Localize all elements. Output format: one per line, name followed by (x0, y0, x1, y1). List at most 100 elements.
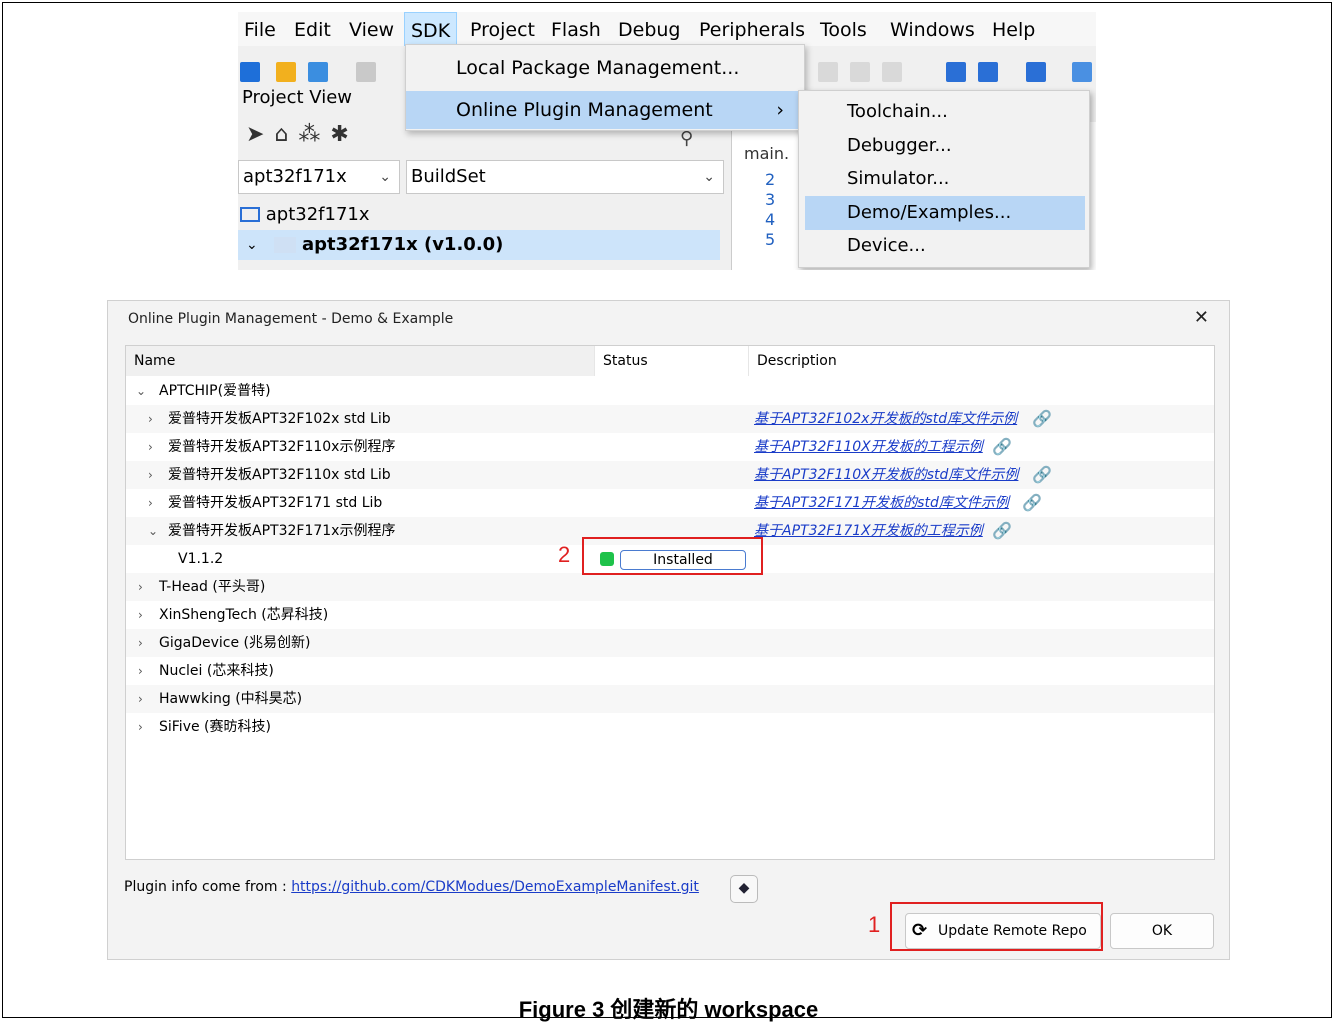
table-row[interactable]: › 爱普特开发板APT32F102x std Lib 基于APT32F102x开… (126, 405, 1214, 433)
link-icon[interactable]: 🔗 (992, 517, 1012, 545)
chevron-down-icon: ⌄ (703, 169, 715, 185)
table-row[interactable]: › SiFive (赛昉科技) (126, 713, 1214, 741)
find-in-files-icon[interactable] (978, 62, 998, 82)
zoom-icon[interactable] (1026, 62, 1046, 82)
flash-icon-2[interactable] (850, 62, 870, 82)
link-icon[interactable]: 🔗 (1032, 461, 1052, 489)
link-icon[interactable]: 🔗 (992, 433, 1012, 461)
plugin-source-label: Plugin info come from : (124, 879, 287, 895)
tree-project[interactable]: ⌄ apt32f171x (v1.0.0) (238, 230, 720, 260)
column-header-status[interactable]: Status (594, 346, 748, 376)
table-row[interactable]: › 爱普特开发板APT32F110x std Lib 基于APT32F110X开… (126, 461, 1214, 489)
table-row[interactable]: › Hawwking (中科昊芯) (126, 685, 1214, 713)
menu-peripherals[interactable]: Peripherals (693, 12, 811, 46)
line-numbers: 2 3 4 5 (765, 170, 790, 250)
chevron-down-icon[interactable]: ⌄ (136, 377, 146, 405)
save-icon[interactable] (356, 62, 376, 82)
menu-flash[interactable]: Flash (545, 12, 607, 46)
bug-icon[interactable]: ✱ (330, 122, 358, 147)
menu-project[interactable]: Project (464, 12, 541, 46)
row-label: 爱普特开发板APT32F110x std Lib (168, 467, 391, 483)
tree-icon[interactable]: ⁂ (298, 122, 330, 147)
menu-tools[interactable]: Tools (814, 12, 873, 46)
editor-tab[interactable]: main. (744, 144, 789, 163)
chevron-right-icon[interactable]: › (138, 629, 143, 657)
row-label: APTCHIP(爱普特) (159, 383, 271, 399)
buildset-combo[interactable]: BuildSet ⌄ (406, 160, 724, 194)
table-row[interactable]: › T-Head (平头哥) (126, 573, 1214, 601)
demo-examples-item[interactable]: Demo/Examples... (805, 196, 1085, 230)
new-file-icon[interactable] (240, 62, 260, 82)
table-row[interactable]: › Nuclei (芯来科技) (126, 657, 1214, 685)
chevron-down-icon[interactable]: ⌄ (148, 517, 158, 545)
link-icon[interactable]: 🔗 (1022, 489, 1042, 517)
line-number: 5 (765, 230, 776, 249)
chevron-down-icon: ⌄ (246, 237, 258, 253)
plugin-source-link[interactable]: https://github.com/CDKModues/DemoExample… (291, 879, 699, 895)
menu-file[interactable]: File (238, 12, 282, 46)
table-row[interactable]: › 爱普特开发板APT32F110x示例程序 基于APT32F110X开发板的工… (126, 433, 1214, 461)
chevron-right-icon[interactable]: › (148, 461, 153, 489)
simulator-item[interactable]: Simulator... (805, 162, 1085, 196)
buildset-combo-value: BuildSet (411, 166, 486, 187)
chevron-right-icon[interactable]: › (138, 685, 143, 713)
row-label: XinShengTech (芯昇科技) (159, 607, 329, 623)
chevron-right-icon[interactable]: › (148, 489, 153, 517)
tree-workspace-label: apt32f171x (265, 204, 370, 225)
chevron-right-icon[interactable]: › (148, 405, 153, 433)
menu-help[interactable]: Help (986, 12, 1041, 46)
open-folder-icon[interactable] (276, 62, 296, 82)
figure-caption: Figure 3 创建新的 workspace (518, 997, 819, 1022)
chevron-right-icon[interactable]: › (138, 657, 143, 685)
dialog-title: Online Plugin Management - Demo & Exampl… (128, 311, 454, 327)
flash-icon-3[interactable] (882, 62, 902, 82)
ok-button[interactable]: OK (1110, 913, 1214, 949)
chevron-right-icon[interactable]: › (148, 433, 153, 461)
menu-edit[interactable]: Edit (288, 12, 337, 46)
column-header-description[interactable]: Description (748, 346, 1214, 376)
column-header-name[interactable]: Name (126, 346, 594, 376)
row-label: GigaDevice (兆易创新) (159, 635, 311, 651)
home-icon[interactable]: ⌂ (274, 122, 298, 147)
device-item[interactable]: Device... (805, 229, 1085, 263)
link-icon[interactable]: 🔗 (1032, 405, 1052, 433)
menu-debug[interactable]: Debug (612, 12, 686, 46)
pen-icon[interactable] (1072, 62, 1092, 82)
chevron-right-icon[interactable]: › (138, 601, 143, 629)
menu-windows[interactable]: Windows (884, 12, 981, 46)
toolchain-item[interactable]: Toolchain... (805, 95, 1085, 129)
line-number: 2 (765, 170, 776, 189)
chevron-down-icon: ⌄ (379, 169, 391, 185)
chevron-right-icon: › (776, 99, 784, 121)
refresh-icon[interactable] (308, 62, 328, 82)
online-plugin-management-item[interactable]: Online Plugin Management › (406, 91, 804, 129)
book-icon[interactable]: ◆ (730, 875, 758, 903)
description-link[interactable]: 基于APT32F110X开发板的std库文件示例 (754, 461, 1018, 489)
description-link[interactable]: 基于APT32F171开发板的std库文件示例 (754, 489, 1009, 517)
menu-sdk[interactable]: SDK (404, 12, 458, 46)
project-combo[interactable]: apt32f171x ⌄ (238, 160, 400, 194)
close-icon[interactable]: ✕ (1194, 307, 1209, 328)
plugin-dialog: Online Plugin Management - Demo & Exampl… (107, 300, 1230, 960)
table-row[interactable]: › GigaDevice (兆易创新) (126, 629, 1214, 657)
locate-icon[interactable]: ➤ (246, 122, 274, 147)
local-package-management-item[interactable]: Local Package Management... (406, 49, 804, 87)
row-label: SiFive (赛昉科技) (159, 719, 271, 735)
flash-icon[interactable] (818, 62, 838, 82)
search-icon[interactable] (946, 62, 966, 82)
table-row[interactable]: ⌄ APTCHIP(爱普特) (126, 377, 1214, 405)
chevron-right-icon[interactable]: › (138, 713, 143, 741)
tree-workspace[interactable]: apt32f171x (240, 200, 370, 230)
table-row[interactable]: › XinShengTech (芯昇科技) (126, 601, 1214, 629)
chevron-right-icon[interactable]: › (138, 573, 143, 601)
debugger-item[interactable]: Debugger... (805, 129, 1085, 163)
description-link[interactable]: 基于APT32F110X开发板的工程示例 (754, 433, 983, 461)
description-link[interactable]: 基于APT32F171X开发板的工程示例 (754, 517, 983, 545)
project-combo-value: apt32f171x (243, 166, 347, 187)
menu-view[interactable]: View (343, 12, 400, 46)
table-row[interactable]: › 爱普特开发板APT32F171 std Lib 基于APT32F171开发板… (126, 489, 1214, 517)
annotation-label-2: 2 (558, 542, 571, 567)
sdk-dropdown-menu: Local Package Management... Online Plugi… (405, 44, 805, 131)
link-icon[interactable]: ⚲ (680, 128, 693, 149)
description-link[interactable]: 基于APT32F102x开发板的std库文件示例 (754, 405, 1017, 433)
